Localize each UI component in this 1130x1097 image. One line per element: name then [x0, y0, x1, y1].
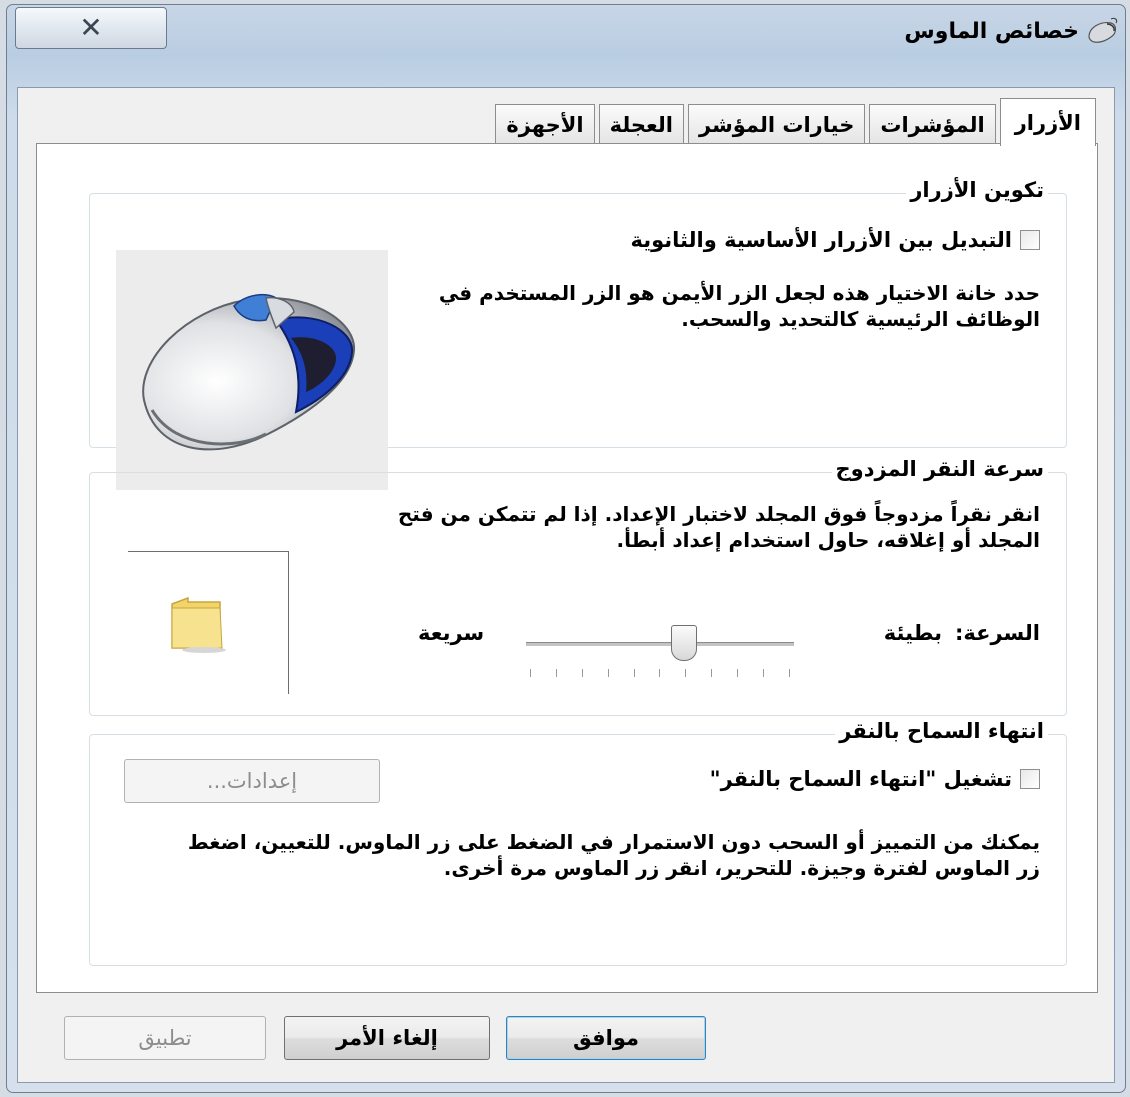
double-click-speed-legend: سرعة النقر المزدوج [831, 457, 1048, 481]
mouse-icon [1088, 17, 1118, 43]
tab-strip: الأزرار المؤشرات خيارات المؤشر العجلة ال… [495, 98, 1096, 146]
switch-buttons-label: التبديل بين الأزرار الأساسية والثانوية [630, 228, 1013, 252]
mouse-properties-window: ✕ خصائص الماوس الأزرار المؤشرات خيارات ا… [6, 4, 1126, 1093]
click-lock-label: تشغيل "انتهاء السماح بالنقر" [709, 767, 1012, 791]
tab-wheel[interactable]: العجلة [598, 104, 684, 144]
speed-label: السرعة: [955, 621, 1040, 645]
double-click-speed-group: سرعة النقر المزدوج انقر نقراً مزدوجاً فو… [89, 457, 1067, 716]
close-button[interactable]: ✕ [15, 7, 167, 49]
fast-label: سريعة [418, 621, 485, 645]
switch-buttons-checkbox[interactable] [1020, 230, 1040, 250]
slider-track[interactable] [526, 642, 794, 647]
slider-thumb[interactable] [671, 625, 698, 661]
double-click-speed-slider[interactable] [520, 625, 800, 685]
switch-buttons-row[interactable]: التبديل بين الأزرار الأساسية والثانوية [630, 228, 1040, 252]
click-lock-checkbox[interactable] [1020, 769, 1040, 789]
test-folder-area[interactable] [128, 551, 289, 694]
tab-hardware[interactable]: الأجهزة [495, 104, 595, 144]
click-lock-legend: انتهاء السماح بالنقر [835, 719, 1048, 743]
slow-label: بطيئة [883, 621, 942, 645]
ok-button[interactable]: موافق [506, 1016, 706, 1060]
apply-button[interactable]: تطبيق [64, 1016, 266, 1060]
tab-pointers[interactable]: المؤشرات [869, 104, 996, 144]
click-lock-row[interactable]: تشغيل "انتهاء السماح بالنقر" [710, 767, 1040, 791]
cancel-button[interactable]: إلغاء الأمر [284, 1016, 490, 1060]
tab-buttons[interactable]: الأزرار [999, 98, 1096, 146]
button-configuration-group: تكوين الأزرار التبديل بين الأزرار الأساس… [89, 178, 1067, 490]
double-click-description: انقر نقراً مزدوجاً فوق المجلد لاختبار ال… [397, 502, 1040, 552]
folder-icon [171, 596, 226, 653]
mouse-illustration [116, 250, 388, 490]
click-lock-group: انتهاء السماح بالنقر تشغيل "انتهاء السما… [89, 719, 1067, 966]
mouse-illustration-graphic [142, 293, 356, 451]
click-lock-description: يمكنك من التمييز أو السحب دون الاستمرار … [187, 830, 1040, 880]
window-title: خصائص الماوس [904, 19, 1079, 44]
tab-pointer-options[interactable]: خيارات المؤشر [688, 104, 866, 144]
slider-ticks [530, 669, 790, 677]
switch-buttons-description: حدد خانة الاختيار هذه لجعل الزر الأيمن ه… [438, 281, 1040, 331]
close-icon: ✕ [79, 11, 103, 44]
button-configuration-legend: تكوين الأزرار [906, 178, 1048, 202]
click-lock-settings-button[interactable]: إعدادات... [124, 759, 380, 803]
tab-panel-buttons: تكوين الأزرار التبديل بين الأزرار الأساس… [36, 143, 1098, 993]
dialog-client-area: الأزرار المؤشرات خيارات المؤشر العجلة ال… [17, 87, 1115, 1083]
